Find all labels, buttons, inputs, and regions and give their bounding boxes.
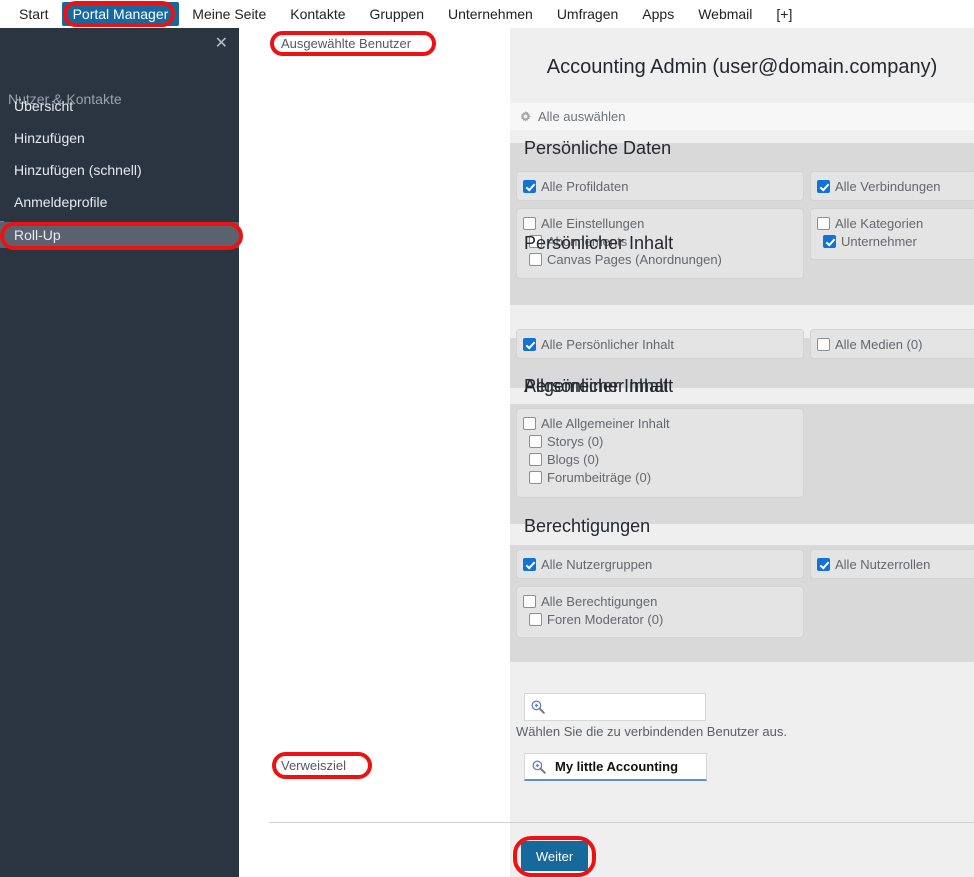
nav-item-start[interactable]: Start (8, 2, 60, 26)
checkbox-alle-medien[interactable] (817, 337, 830, 351)
nav-item-more[interactable]: [+] (765, 2, 803, 26)
checkbox-row[interactable]: Forumbeiträge (0) (523, 468, 797, 486)
nav-item-umfragen[interactable]: Umfragen (546, 2, 629, 26)
checkbox-foren-moderator[interactable] (529, 612, 542, 626)
checkbox-row[interactable]: Alle Nutzergruppen (523, 555, 797, 573)
checkbox-group-all-media[interactable]: Alle Medien (0) (810, 329, 974, 359)
user-search-input[interactable] (524, 693, 706, 721)
weiter-button[interactable]: Weiter (521, 841, 588, 871)
page-title: Accounting Admin (user@domain.company) (546, 56, 938, 78)
search-plus-icon (531, 759, 547, 775)
checkbox-group-all-connections[interactable]: Alle Verbindungen (810, 171, 974, 201)
checkbox-row[interactable]: Alle Profildaten (523, 177, 797, 195)
nav-item-apps[interactable]: Apps (631, 2, 685, 26)
checkbox-alle-kategorien[interactable] (817, 216, 830, 230)
checkbox-alle-nutzerrollen[interactable] (817, 557, 830, 571)
label-reference-target: Verweisziel (281, 758, 347, 773)
checkbox-group-all-user-groups[interactable]: Alle Nutzergruppen (516, 549, 804, 579)
checkbox-label: Alle Allgemeiner Inhalt (541, 415, 670, 431)
form-label-column: Ausgewählte Benutzer Verweisziel (239, 28, 510, 877)
close-icon[interactable]: ✕ (215, 35, 228, 51)
checkbox-label: Alle Persönlicher Inhalt (541, 336, 674, 352)
nav-item-unternehmen[interactable]: Unternehmen (437, 2, 544, 26)
checkbox-unternehmer[interactable] (823, 234, 836, 248)
nav-item-kontakte[interactable]: Kontakte (279, 2, 356, 26)
checkbox-label: Forumbeiträge (0) (547, 469, 652, 485)
sidebar-item-hinzufuegen[interactable]: Hinzufügen (0, 125, 239, 151)
checkbox-label: Alle Einstellungen (541, 215, 645, 231)
sidebar-item-anmeldeprofile[interactable]: Anmeldeprofile (0, 189, 239, 215)
search-help-text: Wählen Sie die zu verbindenden Benutzer … (516, 724, 788, 739)
checkbox-storys[interactable] (529, 434, 542, 448)
sidebar-item-hinzufuegen-schnell[interactable]: Hinzufügen (schnell) (0, 157, 239, 183)
checkbox-label: Alle Nutzerrollen (835, 556, 931, 572)
checkbox-alle-verbindungen[interactable] (817, 179, 830, 193)
checkbox-row[interactable]: Alle Persönlicher Inhalt (523, 335, 797, 353)
checkbox-alle-allgemeiner-inhalt[interactable] (523, 416, 536, 430)
roll-up-main-panel: Accounting Admin (user@domain.company) A… (510, 28, 974, 877)
section-title-persoenlicher-inhalt-hdr: Persönlicher Inhalt (524, 233, 674, 253)
checkbox-group-all-user-roles[interactable]: Alle Nutzerrollen (810, 549, 974, 579)
gear-icon (519, 110, 532, 123)
checkbox-row[interactable]: Alle Allgemeiner Inhalt (523, 414, 797, 432)
checkbox-alle-nutzergruppen[interactable] (523, 557, 536, 571)
sidebar-item-uebersicht[interactable]: Übersicht (0, 93, 239, 119)
checkbox-row[interactable]: Alle Kategorien (817, 214, 974, 232)
reference-target-value: My little Accounting (555, 759, 685, 774)
checkbox-label: Alle Verbindungen (835, 178, 941, 194)
checkbox-row[interactable]: Unternehmer (817, 232, 974, 250)
reference-target-input[interactable]: My little Accounting (524, 753, 707, 781)
select-all-label: Alle auswählen (538, 109, 626, 124)
checkbox-alle-einstellungen[interactable] (523, 216, 536, 230)
top-navigation-bar: Start Portal Manager Meine Seite Kontakt… (0, 0, 974, 28)
section-title-allgemeiner-inhalt: Allgemeiner Inhalt (524, 376, 669, 396)
checkbox-label: Alle Medien (0) (835, 336, 923, 352)
checkbox-forumbeitraege[interactable] (529, 470, 542, 484)
checkbox-group-all-categories[interactable]: Alle Kategorien Unternehmer (810, 208, 974, 260)
nav-item-webmail[interactable]: Webmail (687, 2, 763, 26)
checkbox-label: Alle Berechtigungen (541, 593, 658, 609)
sidebar-item-roll-up[interactable]: Roll-Up (0, 222, 239, 248)
checkbox-label: Foren Moderator (0) (547, 611, 664, 627)
select-all-row[interactable]: Alle auswählen (510, 103, 974, 130)
checkbox-label: Storys (0) (547, 433, 604, 449)
checkbox-label: Blogs (0) (547, 451, 600, 467)
search-plus-icon (530, 699, 546, 715)
checkbox-group-all-profile-data[interactable]: Alle Profildaten (516, 171, 804, 201)
checkbox-label: Unternehmer (841, 233, 917, 249)
sidebar: ✕ Nutzer & Kontakte Übersicht Hinzufügen… (0, 28, 239, 877)
checkbox-group-all-permissions[interactable]: Alle Berechtigungen Foren Moderator (0) (516, 586, 804, 638)
nav-item-gruppen[interactable]: Gruppen (359, 2, 435, 26)
checkbox-label: Alle Kategorien (835, 215, 924, 231)
checkbox-row[interactable]: Foren Moderator (0) (523, 610, 797, 628)
checkbox-group-all-personal-content[interactable]: Alle Persönlicher Inhalt (516, 329, 804, 359)
checkbox-row[interactable]: Blogs (0) (523, 450, 797, 468)
checkbox-row[interactable]: Alle Medien (0) (817, 335, 974, 353)
checkbox-alle-berechtigungen[interactable] (523, 594, 536, 608)
checkbox-alle-profildaten[interactable] (523, 179, 536, 193)
footer-divider (269, 822, 974, 823)
section-title-berechtigungen: Berechtigungen (524, 516, 651, 536)
nav-item-portal-manager[interactable]: Portal Manager (61, 2, 180, 26)
checkbox-row[interactable]: Alle Nutzerrollen (817, 555, 974, 573)
checkbox-row[interactable]: Alle Verbindungen (817, 177, 974, 195)
checkbox-row[interactable]: Storys (0) (523, 432, 797, 450)
checkbox-canvas-pages[interactable] (529, 252, 542, 266)
checkbox-row[interactable]: Alle Berechtigungen (523, 592, 797, 610)
label-selected-users: Ausgewählte Benutzer (281, 36, 412, 51)
checkbox-row[interactable]: Alle Einstellungen (523, 214, 797, 232)
checkbox-label: Alle Nutzergruppen (541, 556, 653, 572)
checkbox-label: Alle Profildaten (541, 178, 629, 194)
nav-item-meine-seite[interactable]: Meine Seite (181, 2, 277, 26)
checkbox-group-all-general-content[interactable]: Alle Allgemeiner Inhalt Storys (0) Blogs… (516, 408, 804, 498)
section-title-persoenliche-daten: Persönliche Daten (524, 138, 672, 158)
checkbox-alle-persoenlicher-inhalt[interactable] (523, 337, 536, 351)
checkbox-blogs[interactable] (529, 452, 542, 466)
